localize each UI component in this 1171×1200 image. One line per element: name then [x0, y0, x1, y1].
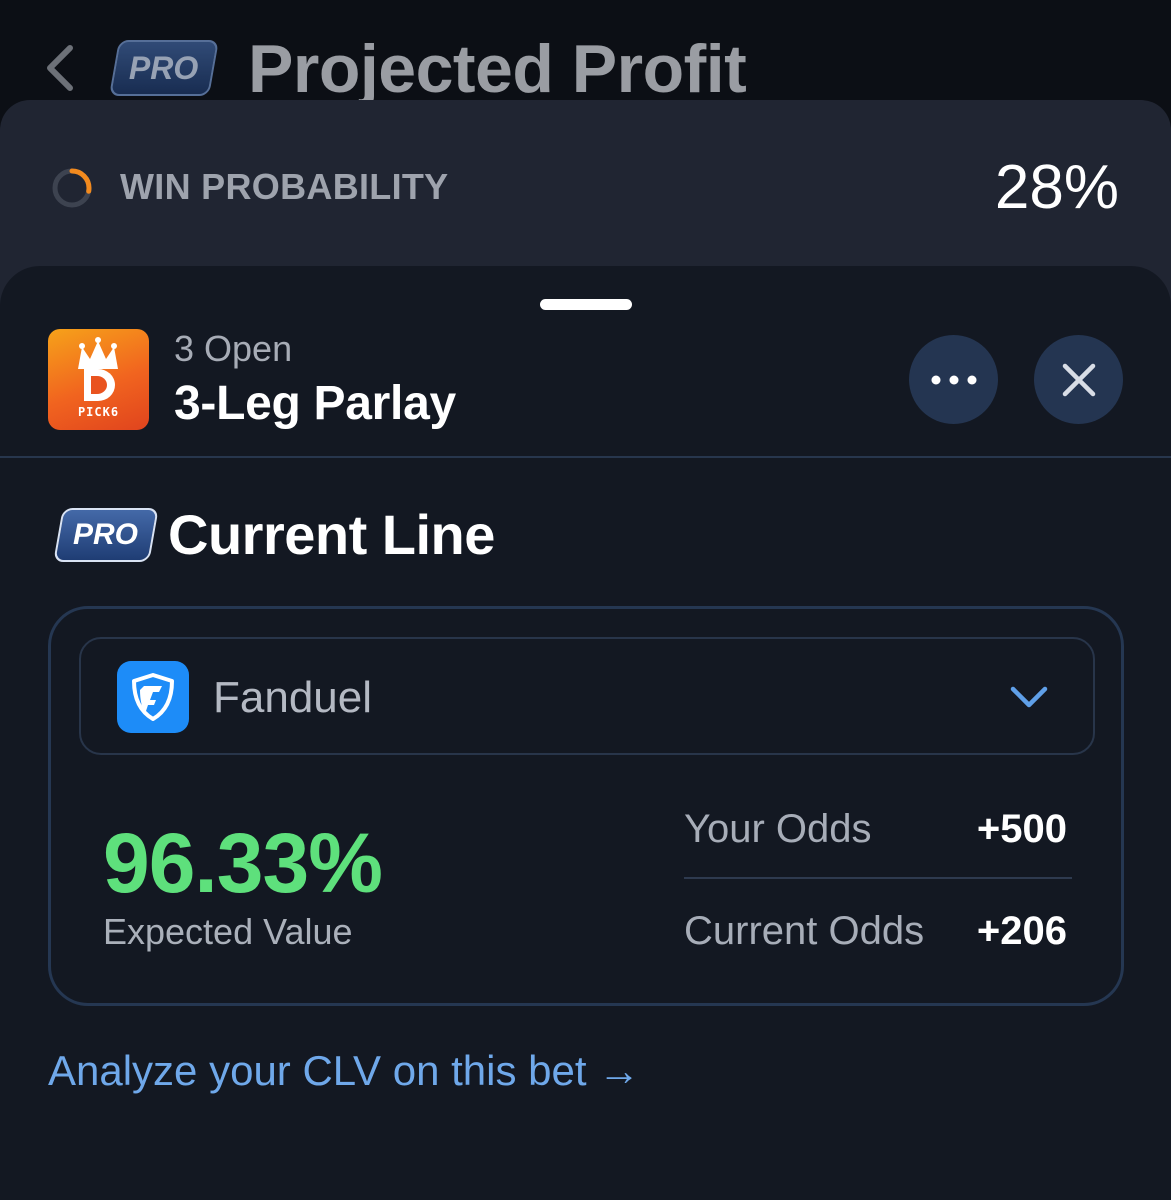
shield-icon: [132, 673, 174, 721]
selected-sportsbook: Fanduel: [213, 673, 373, 722]
sportsbook-dropdown[interactable]: Fanduel: [79, 637, 1095, 755]
screen: PRO Projected Profit WIN PROBABILITY 28%…: [0, 0, 1171, 1200]
expected-value-percent: 96.33%: [103, 816, 383, 910]
current-odds-value: +206: [976, 909, 1067, 953]
close-button[interactable]: [1034, 335, 1123, 424]
bet-detail-sheet: PICK6 3 Open 3-Leg Parlay PRO Current Li…: [0, 266, 1171, 1200]
win-probability-value: 28%: [994, 153, 1119, 222]
analyze-clv-link[interactable]: Analyze your CLV on this bet →: [48, 1047, 640, 1095]
chevron-left-icon: [47, 45, 73, 91]
progress-ring-icon: [52, 168, 92, 208]
header: PRO Projected Profit: [0, 0, 1171, 110]
ellipsis-icon: [931, 375, 976, 384]
header-divider: [0, 456, 1171, 458]
sheet-grabber[interactable]: [540, 299, 632, 310]
close-icon: [1062, 363, 1095, 396]
page-title: Projected Profit: [248, 31, 747, 107]
pro-badge: PRO: [109, 40, 219, 96]
current-odds-label: Current Odds: [684, 909, 925, 953]
more-options-button[interactable]: [909, 335, 998, 424]
win-probability-label: WIN PROBABILITY: [120, 166, 449, 207]
back-button[interactable]: [38, 40, 82, 96]
odds-divider: [684, 877, 1072, 879]
section-title: Current Line: [168, 503, 495, 566]
pick6-text: PICK6: [77, 405, 120, 419]
bet-title: 3-Leg Parlay: [174, 377, 456, 430]
your-odds-label: Your Odds: [684, 807, 872, 851]
fanduel-shield-icon: [117, 661, 189, 733]
draftkings-pick6-logo: PICK6: [48, 329, 149, 430]
open-legs-count: 3 Open: [174, 328, 293, 369]
pro-badge-label: PRO: [73, 518, 139, 551]
expected-value-label: Expected Value: [103, 911, 353, 952]
pro-badge-label: PRO: [129, 49, 199, 86]
pro-badge: PRO: [53, 508, 159, 562]
chevron-down-icon: [1010, 686, 1048, 708]
your-odds-value: +500: [976, 807, 1067, 851]
current-line-card: Fanduel 96.33% Expected Value Your Odds …: [48, 606, 1124, 1006]
